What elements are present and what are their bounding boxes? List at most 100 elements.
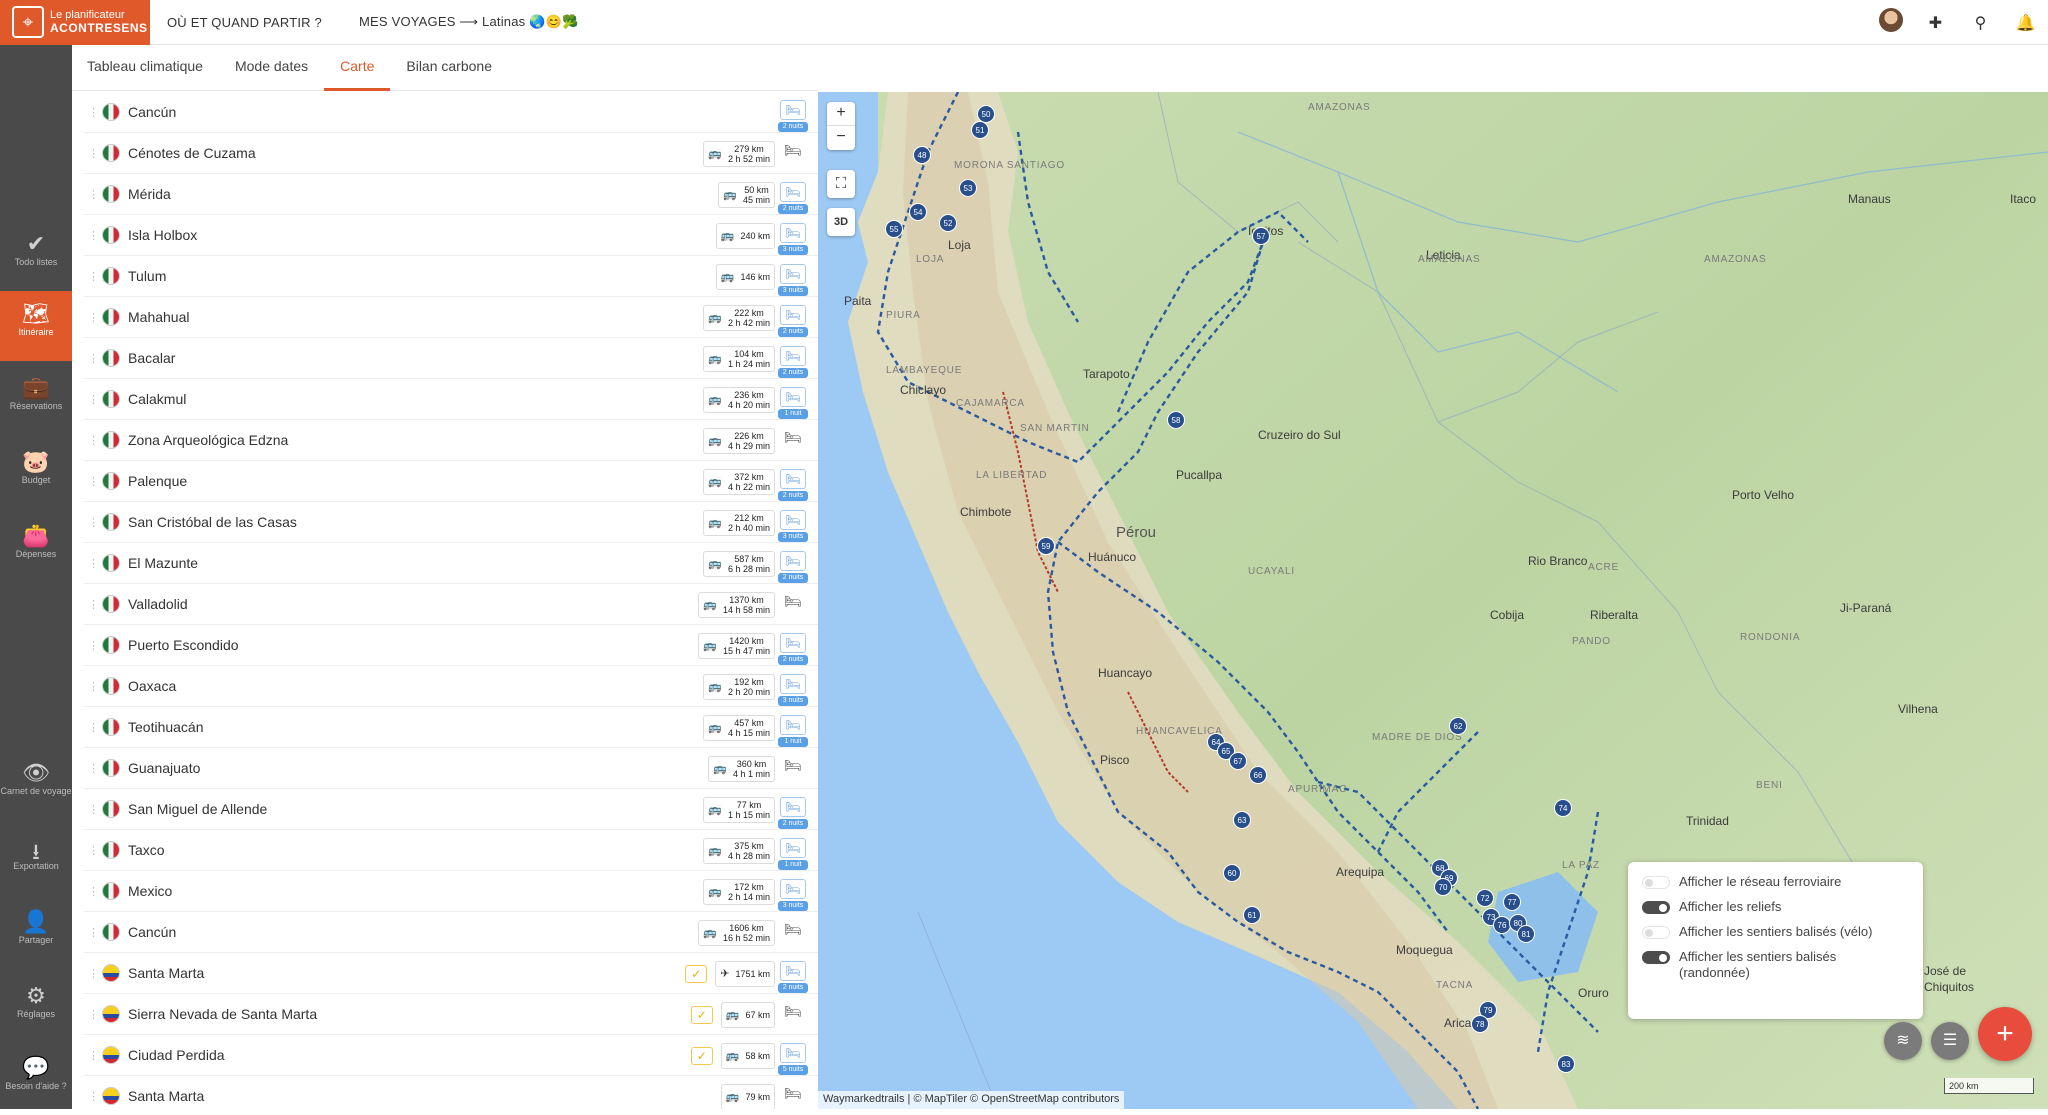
step-name[interactable]: Calakmul xyxy=(128,391,186,407)
map-step-marker[interactable]: 55 xyxy=(885,220,903,238)
transport-info[interactable]: 🚌 1606 km 16 h 52 min xyxy=(698,919,775,946)
itinerary-row[interactable]: ⋮⋮Cancún🚌1606 km16 h 52 min🛏21••• xyxy=(84,912,818,953)
tab-carbon[interactable]: Bilan carbone xyxy=(390,45,508,91)
accommodation-button[interactable]: 🛏 2 nuits xyxy=(778,345,808,378)
user-avatar-button[interactable] xyxy=(1868,8,1913,37)
transport-info[interactable]: 🚌 104 km 1 h 24 min xyxy=(703,345,775,372)
drag-handle-icon[interactable]: ⋮⋮ xyxy=(88,1090,109,1103)
drag-handle-icon[interactable]: ⋮⋮ xyxy=(88,1049,109,1062)
transport-info[interactable]: 🚌 587 km 6 h 28 min xyxy=(703,550,775,577)
itinerary-row[interactable]: ⋮⋮Mahahual🚌222 km2 h 42 min🛏2 nuits6••• xyxy=(84,297,818,338)
step-name[interactable]: Mahahual xyxy=(128,309,190,325)
sidebar-item-reservations[interactable]: 💼 Réservations xyxy=(0,365,72,435)
itinerary-row[interactable]: ⋮⋮ San Miguel de Allende 🚌 77 km 1 h 15 min 🛏… xyxy=(84,789,818,830)
accommodation-button[interactable]: 🛏 3 nuits xyxy=(778,263,808,296)
sidebar-item-itinerary[interactable]: 🗺 Itinéraire xyxy=(0,291,72,361)
map-view[interactable]: Manaus Itaco AMAZONAS AMAZONAS Leticia I… xyxy=(818,92,2048,1109)
accommodation-button[interactable]: 🛏 3 nuits xyxy=(778,878,808,911)
map-step-marker[interactable]: 74 xyxy=(1554,799,1572,817)
transport-info[interactable]: 🚌 279 km 2 h 52 min xyxy=(703,140,775,167)
step-name[interactable]: Cancún xyxy=(128,924,176,940)
app-logo[interactable]: ⌖ Le planificateur ACONTRESENS xyxy=(0,0,150,45)
drag-handle-icon[interactable]: ⋮⋮ xyxy=(88,516,109,529)
itinerary-row[interactable]: ⋮⋮Sierra Nevada de Santa Marta✓🚌67 km🛏23… xyxy=(84,994,818,1035)
itinerary-row[interactable]: ⋮⋮Palenque🚌372 km4 h 22 min🛏2 nuits10••• xyxy=(84,461,818,502)
map-step-marker[interactable]: 58 xyxy=(1167,411,1185,429)
tab-map[interactable]: Carte xyxy=(324,45,391,91)
zoom-out-button[interactable]: − xyxy=(827,126,855,150)
itinerary-row[interactable]: ⋮⋮Isla Holbox🚌240 km🛏3 nuits4••• xyxy=(84,215,818,256)
step-name[interactable]: Teotihuacán xyxy=(128,719,204,735)
accommodation-button[interactable]: 🛏 5 nuits xyxy=(778,1042,808,1075)
transport-info[interactable]: 🚌 222 km 2 h 42 min xyxy=(703,304,775,331)
itinerary-row[interactable]: ⋮⋮Tulum🚌146 km🛏3 nuits5••• xyxy=(84,256,818,297)
step-name[interactable]: Taxco xyxy=(128,842,165,858)
step-name[interactable]: Ciudad Perdida xyxy=(128,1047,225,1063)
itinerary-row[interactable]: ⋮⋮ Cancún 🛏2 nuits1••• xyxy=(84,92,818,133)
step-name[interactable]: Cancún xyxy=(128,104,176,120)
fullscreen-icon[interactable]: ⛶ xyxy=(827,170,855,198)
transport-info[interactable]: 🚌 226 km 4 h 29 min xyxy=(703,427,775,454)
itinerary-row[interactable]: ⋮⋮Santa Marta🚌79 km🛏25••• xyxy=(84,1076,818,1109)
sidebar-item-expenses[interactable]: 👛 Dépenses xyxy=(0,513,72,583)
transport-info[interactable]: 🚌 1420 km 15 h 47 min xyxy=(698,632,775,659)
toggle-row-relief[interactable]: Afficher les reliefs xyxy=(1642,899,1909,915)
transport-info[interactable]: 🚌 372 km 4 h 22 min xyxy=(703,468,775,495)
drag-handle-icon[interactable]: ⋮⋮ xyxy=(88,311,109,324)
drag-handle-icon[interactable]: ⋮⋮ xyxy=(88,803,109,816)
layers-button[interactable]: ≋ xyxy=(1884,1022,1922,1060)
step-name[interactable]: Valladolid xyxy=(128,596,188,612)
transport-info[interactable]: 🚌 457 km 4 h 15 min xyxy=(703,714,775,741)
map-step-marker[interactable]: 62 xyxy=(1449,717,1467,735)
drag-handle-icon[interactable]: ⋮⋮ xyxy=(88,680,109,693)
sidebar-item-settings[interactable]: ⚙ Réglages xyxy=(0,973,72,1043)
checked-icon[interactable]: ✓ xyxy=(685,964,708,983)
drag-handle-icon[interactable]: ⋮⋮ xyxy=(88,885,109,898)
zoom-in-button[interactable]: + xyxy=(827,102,855,126)
transport-info[interactable]: 🚌 375 km 4 h 28 min xyxy=(703,837,775,864)
3d-view-button[interactable]: 3D xyxy=(827,208,855,236)
drag-handle-icon[interactable]: ⋮⋮ xyxy=(88,967,109,980)
drag-handle-icon[interactable]: ⋮⋮ xyxy=(88,598,109,611)
accommodation-button[interactable]: 🛏 3 nuits xyxy=(778,673,808,706)
step-name[interactable]: Cénotes de Cuzama xyxy=(128,145,256,161)
nav-my-trips[interactable]: MES VOYAGES ⟶ Latinas 🌏😊🥦 xyxy=(359,14,578,30)
step-name[interactable]: Bacalar xyxy=(128,350,175,366)
map-step-marker[interactable]: 66 xyxy=(1249,766,1267,784)
sidebar-item-budget[interactable]: 🐷 Budget xyxy=(0,439,72,509)
step-name[interactable]: Oaxaca xyxy=(128,678,176,694)
drag-handle-icon[interactable]: ⋮⋮ xyxy=(88,721,109,734)
transport-info[interactable]: 🚌 58 km xyxy=(720,1042,775,1069)
transport-info[interactable]: 🚌 79 km xyxy=(720,1083,775,1109)
accommodation-button[interactable]: 🛏 3 nuits xyxy=(778,509,808,542)
drag-handle-icon[interactable]: ⋮⋮ xyxy=(88,106,109,119)
drag-handle-icon[interactable]: ⋮⋮ xyxy=(88,926,109,939)
accommodation-button[interactable]: 🛏 2 nuits xyxy=(778,304,808,337)
drag-handle-icon[interactable]: ⋮⋮ xyxy=(88,434,109,447)
step-name[interactable]: Tulum xyxy=(128,268,166,284)
itinerary-row[interactable]: ⋮⋮Calakmul🚌236 km4 h 20 min🛏1 nuit8••• xyxy=(84,379,818,420)
accommodation-button[interactable]: 🛏 2 nuits xyxy=(778,550,808,583)
transport-info[interactable]: 🚌 172 km 2 h 14 min xyxy=(703,878,775,905)
accommodation-button[interactable]: 🛏 1 nuit xyxy=(778,386,808,419)
map-step-marker[interactable]: 70 xyxy=(1434,878,1452,896)
map-step-marker[interactable]: 59 xyxy=(1037,537,1055,555)
step-name[interactable]: Mexico xyxy=(128,883,172,899)
drag-handle-icon[interactable]: ⋮⋮ xyxy=(88,229,109,242)
itinerary-row[interactable]: ⋮⋮Mérida🚌50 km45 min🛏2 nuits3••• xyxy=(84,174,818,215)
drag-handle-icon[interactable]: ⋮⋮ xyxy=(88,147,109,160)
checked-icon[interactable]: ✓ xyxy=(690,1005,713,1024)
itinerary-row[interactable]: ⋮⋮El Mazunte🚌587 km6 h 28 min🛏2 nuits12•… xyxy=(84,543,818,584)
tab-climate[interactable]: Tableau climatique xyxy=(72,45,219,91)
drag-handle-icon[interactable]: ⋮⋮ xyxy=(88,557,109,570)
drag-handle-icon[interactable]: ⋮⋮ xyxy=(88,352,109,365)
map-step-marker[interactable]: 60 xyxy=(1223,864,1241,882)
drag-handle-icon[interactable]: ⋮⋮ xyxy=(88,270,109,283)
accommodation-button[interactable]: 🛏 2 nuits xyxy=(778,99,808,132)
relief-toggle[interactable] xyxy=(1642,901,1670,914)
transport-info[interactable]: 🚌 212 km 2 h 40 min xyxy=(703,509,775,536)
sidebar-item-travel-journal[interactable]: 👁 Carnet de voyage xyxy=(0,750,72,820)
filters-button[interactable]: ☰ xyxy=(1931,1022,1969,1060)
step-name[interactable]: Puerto Escondido xyxy=(128,637,239,653)
itinerary-row[interactable]: ⋮⋮Mexico🚌172 km2 h 14 min🛏3 nuits20••• xyxy=(84,871,818,912)
